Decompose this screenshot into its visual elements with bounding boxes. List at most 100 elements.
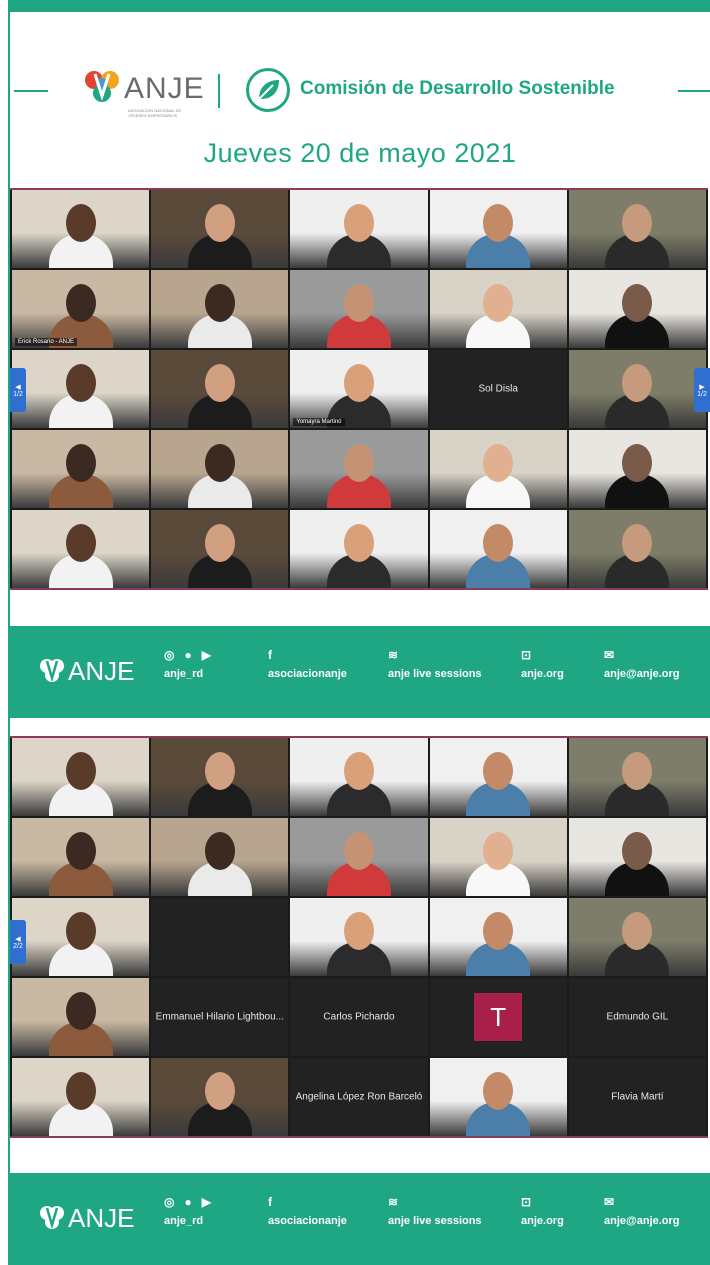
page1-participant-tile[interactable] [151,510,289,588]
footer-link-facebook[interactable]: f asociacionanje [268,648,347,680]
participant-face [483,752,514,790]
twitter-icon: ● [184,648,192,662]
footer-link-email[interactable]: ✉ anje@anje.org [604,648,680,680]
page2-participant-tile[interactable] [568,818,706,896]
footer-link-instagram[interactable]: ◎ ● ▶ anje_rd [164,1195,221,1227]
page2-participant-tile[interactable] [429,738,567,816]
footer-icons: ⊡ [521,1195,564,1211]
page2-participant-tile[interactable] [290,898,428,976]
page1-participant-tile[interactable] [12,510,150,588]
email-icon: ✉ [604,648,615,662]
page1-participant-tile[interactable] [429,430,567,508]
participant-face [343,832,374,870]
page2-participant-tile[interactable]: Carlos Pichardo [290,978,428,1056]
participant-face [483,284,514,322]
meeting-grid-page-2: Emmanuel Hilario Lightbou... Carlos Picha… [10,736,708,1138]
page2-participant-tile[interactable]: T [429,978,567,1056]
pager-left-page-1[interactable]: ◀ 1/2 [10,368,26,412]
footer-icons: f [268,648,347,664]
footer-link-label: anje@anje.org [604,1215,680,1227]
page2-participant-tile[interactable]: Angelina López Ron Barceló [290,1058,428,1136]
page1-participant-tile[interactable] [12,430,150,508]
page1-participant-tile[interactable] [151,430,289,508]
page1-participant-tile[interactable] [568,510,706,588]
page1-participant-tile[interactable] [12,190,150,268]
twitter-icon: ● [184,1195,192,1209]
page1-participant-tile[interactable] [151,270,289,348]
participant-face [65,752,96,790]
footer-icons: ✉ [604,648,680,664]
page2-participant-tile[interactable] [151,738,289,816]
page1-participant-tile[interactable] [290,430,428,508]
page2-participant-tile[interactable] [12,738,150,816]
participant-face [483,832,514,870]
page2-participant-tile[interactable]: Flavia Martí [568,1058,706,1136]
participant-face [483,204,514,242]
page2-participant-tile[interactable] [151,818,289,896]
page1-participant-tile[interactable] [568,430,706,508]
footer-link-label: anje.org [521,1215,564,1227]
participant-face [204,832,235,870]
page2-participant-tile[interactable] [12,818,150,896]
page1-participant-tile[interactable] [12,350,150,428]
footer-link-web[interactable]: ⊡ anje.org [521,648,564,680]
anje-logo: ANJE ASOCIACIÓN NACIONAL DE JÓVENES EMPR… [82,66,204,118]
page2-participant-tile[interactable] [568,738,706,816]
page1-participant-tile[interactable] [290,270,428,348]
participant-name-label: Carlos Pichardo [323,1011,395,1023]
footer-link-facebook[interactable]: f asociacionanje [268,1195,347,1227]
page2-participant-tile[interactable] [429,818,567,896]
page2-participant-tile[interactable]: Emmanuel Hilario Lightbou... [151,978,289,1056]
page1-participant-tile[interactable] [290,190,428,268]
page1-participant-tile[interactable]: Sol Disla [429,350,567,428]
page2-participant-tile[interactable] [290,738,428,816]
page2-participant-tile[interactable] [568,898,706,976]
footer-link-email[interactable]: ✉ anje@anje.org [604,1195,680,1227]
page2-participant-tile[interactable] [429,1058,567,1136]
participant-face [343,444,374,482]
page2-participant-tile[interactable]: Edmundo GIL [568,978,706,1056]
page1-participant-tile[interactable] [429,190,567,268]
footer-link-label: anje.org [521,668,564,680]
participant-face [65,992,96,1030]
instagram-icon: ◎ [164,648,175,662]
pager-right-page-1[interactable]: ▶ 1/2 [694,368,710,412]
participant-face [204,364,235,402]
footer-brand: ANJE [68,1203,135,1233]
footer-link-spotify[interactable]: ≋ anje live sessions [388,1195,482,1227]
footer-link-web[interactable]: ⊡ anje.org [521,1195,564,1227]
web-icon: ⊡ [521,1195,532,1209]
page1-participant-tile[interactable]: Erick Rosario - ANJE [12,270,150,348]
participant-name-label: Emmanuel Hilario Lightbou... [155,1011,284,1023]
participant-face [343,752,374,790]
page1-participant-tile[interactable] [429,270,567,348]
page2-participant-tile[interactable] [12,978,150,1056]
footer-top: ANJE ◎ ● ▶ anje_rd f asociacionanje ≋ anje live … [8,626,710,718]
page1-participant-tile[interactable] [290,510,428,588]
page1-participant-tile[interactable] [568,190,706,268]
page1-participant-tile[interactable] [568,350,706,428]
spotify-icon: ≋ [388,1195,399,1209]
footer-icons: ◎ ● ▶ [164,1195,221,1211]
page2-participant-tile[interactable] [429,898,567,976]
participant-face [204,524,235,562]
page1-participant-tile[interactable] [568,270,706,348]
page2-participant-tile[interactable] [151,898,289,976]
pager-left-page-2[interactable]: ◀ 2/2 [10,920,26,964]
page2-participant-tile[interactable] [151,1058,289,1136]
header-separator [218,74,220,108]
footer-link-instagram[interactable]: ◎ ● ▶ anje_rd [164,648,221,680]
page1-participant-tile[interactable]: Yomayra Martinó [290,350,428,428]
participant-face [65,204,96,242]
participant-face [343,364,374,402]
page2-participant-tile[interactable] [290,818,428,896]
page2-participant-tile[interactable] [12,1058,150,1136]
footer-link-spotify[interactable]: ≋ anje live sessions [388,648,482,680]
page1-participant-tile[interactable] [429,510,567,588]
page2-participant-tile[interactable] [12,898,150,976]
web-icon: ⊡ [521,648,532,662]
header-rule-left [14,90,48,92]
page1-participant-tile[interactable] [151,350,289,428]
page1-participant-tile[interactable] [151,190,289,268]
anje-logo-mark-icon [85,71,119,102]
